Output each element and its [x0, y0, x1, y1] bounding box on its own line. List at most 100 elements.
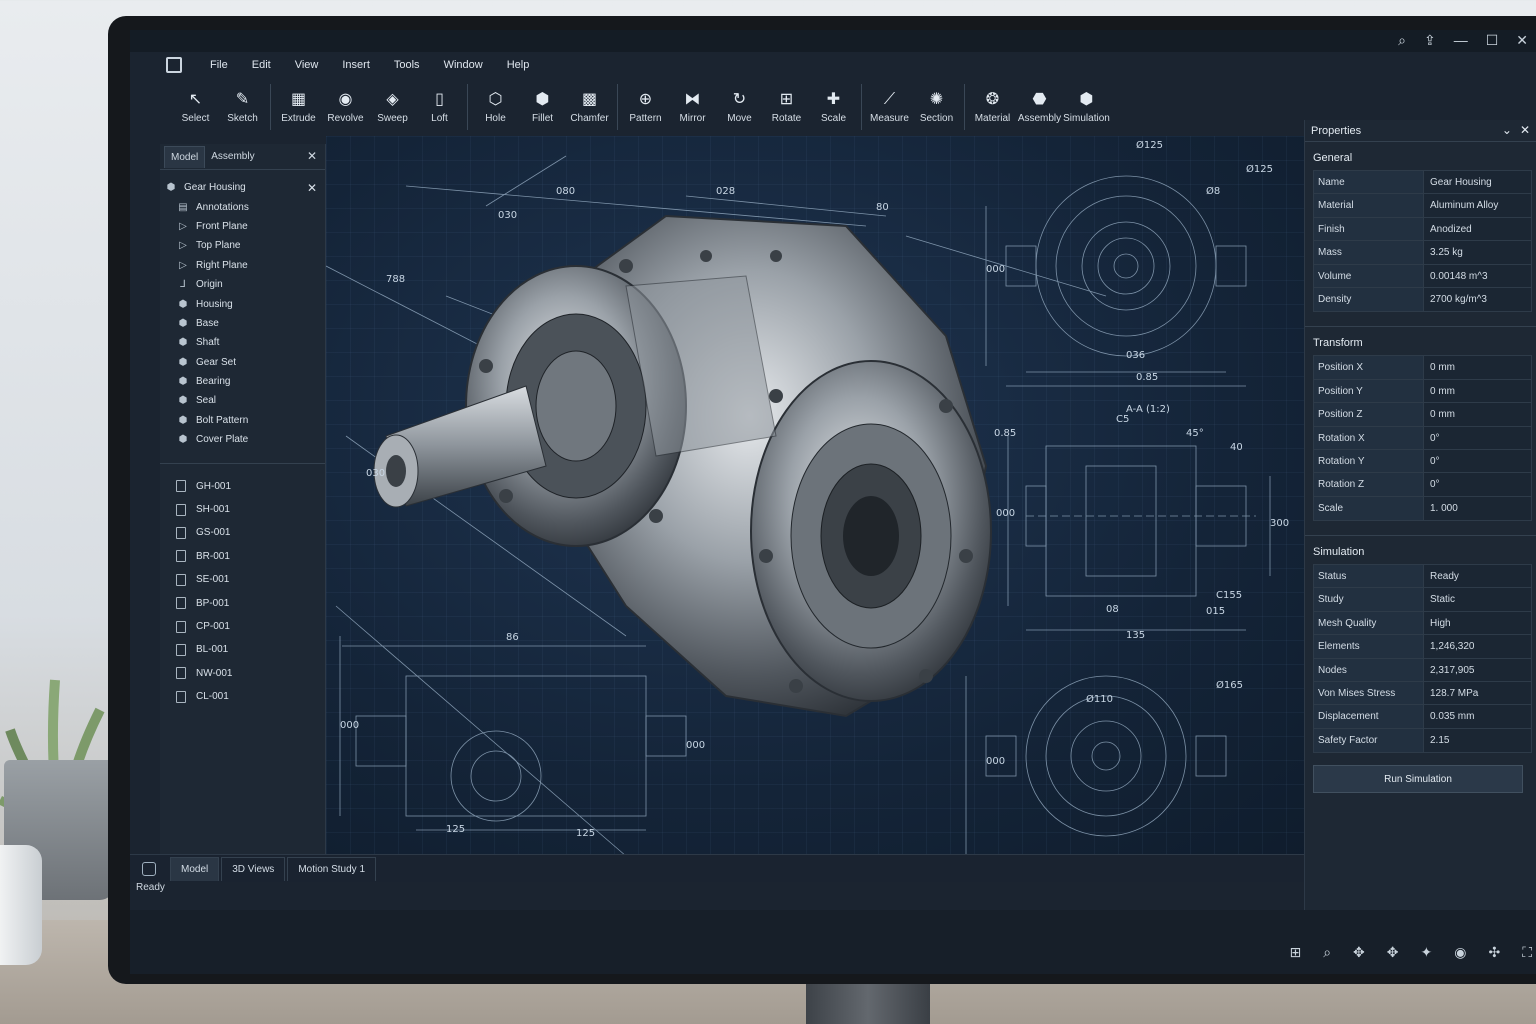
property-value[interactable]: 1,246,320 [1424, 635, 1531, 658]
zoom-icon[interactable]: ⌕ [1323, 944, 1331, 961]
property-row[interactable]: Position X0 mm [1314, 356, 1531, 380]
property-value[interactable]: 128.7 MPa [1424, 682, 1531, 705]
property-value[interactable]: Gear Housing [1424, 171, 1531, 194]
property-value[interactable]: 2700 kg/m^3 [1424, 287, 1531, 312]
tree-item-cover-plate[interactable]: ⬢ Cover Plate [160, 430, 325, 449]
run-simulation-button[interactable]: Run Simulation [1313, 765, 1523, 794]
tree-root-gear-housing[interactable]: ⬢ Gear Housing ✕ [160, 178, 325, 197]
rotate-tool-button[interactable]: ⊞ Rotate [763, 78, 810, 136]
part-item-se-001[interactable]: SE-001 [160, 568, 325, 591]
move-tool-button[interactable]: ↻ Move [716, 78, 763, 136]
property-row[interactable]: Rotation X 0° [1314, 426, 1531, 450]
tree-item-front-plane[interactable]: ▷ Front Plane [160, 217, 325, 236]
menu-tools[interactable]: Tools [382, 59, 432, 71]
grid-icon[interactable]: ⊞ [1289, 944, 1301, 961]
property-value[interactable]: High [1424, 611, 1531, 635]
sketch-tool-button[interactable]: ✎ Sketch [219, 78, 266, 136]
property-value[interactable]: 0.00148 m^3 [1424, 264, 1531, 287]
property-value[interactable]: Aluminum Alloy [1424, 194, 1531, 217]
menu-insert[interactable]: Insert [330, 59, 382, 71]
measure-tool-button[interactable]: ⟋ Measure [866, 78, 913, 136]
part-item-nw-001[interactable]: NW-001 [160, 662, 325, 685]
part-item-cp-001[interactable]: CP-001 [160, 615, 325, 638]
property-row[interactable]: Density 2700 kg/m^3 [1314, 287, 1531, 312]
scale-tool-button[interactable]: ✚ Scale [810, 78, 857, 136]
property-row[interactable]: Status Ready [1314, 565, 1531, 589]
property-row[interactable]: Nodes 2,317,905 [1314, 658, 1531, 683]
select-tool-button[interactable]: ↖ Select [172, 78, 219, 136]
tree-item-top-plane[interactable]: ▷ Top Plane [160, 236, 325, 255]
property-row[interactable]: Mesh Quality High [1314, 611, 1531, 636]
appearance-icon[interactable]: ◉ [1454, 944, 1466, 961]
collapse-icon[interactable]: ⌄ [1502, 123, 1512, 137]
chamfer-tool-button[interactable]: ▩ Chamfer [566, 78, 613, 136]
property-value[interactable]: 0° [1424, 426, 1531, 449]
property-row[interactable]: Position Z0 mm [1314, 403, 1531, 427]
close-icon[interactable]: ✕ [307, 181, 317, 195]
tab-motion-study[interactable]: Motion Study 1 [287, 856, 377, 881]
3d-viewport[interactable]: Ø125 Ø125 Ø8 080 028 80 030 788 000 036 0.85 A-A (1… [326, 136, 1326, 860]
tree-item-seal[interactable]: ⬢ Seal [160, 391, 325, 410]
property-row[interactable]: Finish Anodized [1314, 217, 1531, 242]
property-row[interactable]: Displacement 0.035 mm [1314, 705, 1531, 729]
part-item-gs-001[interactable]: GS-001 [160, 521, 325, 544]
menu-view[interactable]: View [283, 59, 331, 71]
tree-item-gear-set[interactable]: ⬢ Gear Set [160, 353, 325, 372]
menu-file[interactable]: File [198, 59, 240, 71]
minimize-icon[interactable]: — [1454, 32, 1468, 49]
property-value[interactable]: 2.15 [1424, 728, 1531, 753]
property-value[interactable]: 0 mm [1424, 403, 1531, 426]
fillet-tool-button[interactable]: ⬢ Fillet [519, 78, 566, 136]
pan-icon[interactable]: ✥ [1353, 944, 1365, 961]
property-row[interactable]: Mass 3.25 kg [1314, 241, 1531, 265]
tree-item-base[interactable]: ⬢ Base [160, 314, 325, 333]
tree-item-origin[interactable]: ⅃ Origin [160, 275, 325, 294]
property-value[interactable]: 1. 000 [1424, 496, 1531, 521]
property-row[interactable]: Rotation Y 0° [1314, 449, 1531, 474]
search-icon[interactable]: ⌕ [1398, 32, 1406, 49]
close-icon[interactable]: ✕ [307, 149, 317, 163]
document-icon[interactable] [142, 861, 156, 876]
tree-item-housing[interactable]: ⬢ Housing [160, 294, 325, 313]
property-row[interactable]: Volume 0.00148 m^3 [1314, 264, 1531, 288]
orbit-icon[interactable]: ✥ [1387, 944, 1399, 961]
revolve-tool-button[interactable]: ◉ Revolve [322, 78, 369, 136]
property-value[interactable]: 0° [1424, 473, 1531, 496]
close-icon[interactable]: ✕ [1516, 32, 1528, 49]
maximize-icon[interactable]: ☐ [1486, 32, 1499, 49]
loft-tool-button[interactable]: ▯ Loft [416, 78, 463, 136]
property-value[interactable]: 0° [1424, 449, 1531, 473]
tree-item-bolt-pattern[interactable]: ⬢ Bolt Pattern [160, 411, 325, 430]
property-value[interactable]: 0 mm [1424, 356, 1531, 379]
tree-item-right-plane[interactable]: ▷ Right Plane [160, 256, 325, 275]
part-item-gh-001[interactable]: GH-001 [160, 474, 325, 497]
property-value[interactable]: Anodized [1424, 217, 1531, 241]
material-tool-button[interactable]: ❂ Material [969, 78, 1016, 136]
section-tool-button[interactable]: ✺ Section [913, 78, 960, 136]
tab-assembly[interactable]: Assembly [205, 146, 260, 167]
sweep-tool-button[interactable]: ◈ Sweep [369, 78, 416, 136]
property-value[interactable]: 0.035 mm [1424, 705, 1531, 728]
property-row[interactable]: Safety Factor 2.15 [1314, 728, 1531, 753]
menu-edit[interactable]: Edit [240, 59, 283, 71]
mirror-tool-button[interactable]: ⧓ Mirror [669, 78, 716, 136]
tab-3d-views[interactable]: 3D Views [221, 856, 286, 881]
simulation-tool-button[interactable]: ⬢ Simulation [1063, 78, 1110, 136]
part-item-sh-001[interactable]: SH-001 [160, 498, 325, 521]
light-icon[interactable]: ✦ [1421, 944, 1433, 961]
part-item-br-001[interactable]: BR-001 [160, 545, 325, 568]
property-row[interactable]: Material Aluminum Alloy [1314, 194, 1531, 218]
tree-item-bearing[interactable]: ⬢ Bearing [160, 372, 325, 391]
tab-model[interactable]: Model [164, 145, 206, 168]
part-item-cl-001[interactable]: CL-001 [160, 685, 325, 708]
assembly-tool-button[interactable]: ⬣ Assembly [1016, 78, 1063, 136]
tree-item-annotations[interactable]: ▤ Annotations [160, 197, 325, 216]
property-row[interactable]: Von Mises Stress 128.7 MPa [1314, 682, 1531, 706]
property-value[interactable]: Ready [1424, 565, 1531, 588]
extrude-tool-button[interactable]: ▦ Extrude [275, 78, 322, 136]
property-row[interactable]: Rotation Z 0° [1314, 473, 1531, 497]
property-value[interactable]: 0 mm [1424, 379, 1531, 403]
pattern-tool-button[interactable]: ⊕ Pattern [622, 78, 669, 136]
property-value[interactable]: 3.25 kg [1424, 241, 1531, 264]
property-value[interactable]: 2,317,905 [1424, 658, 1531, 682]
